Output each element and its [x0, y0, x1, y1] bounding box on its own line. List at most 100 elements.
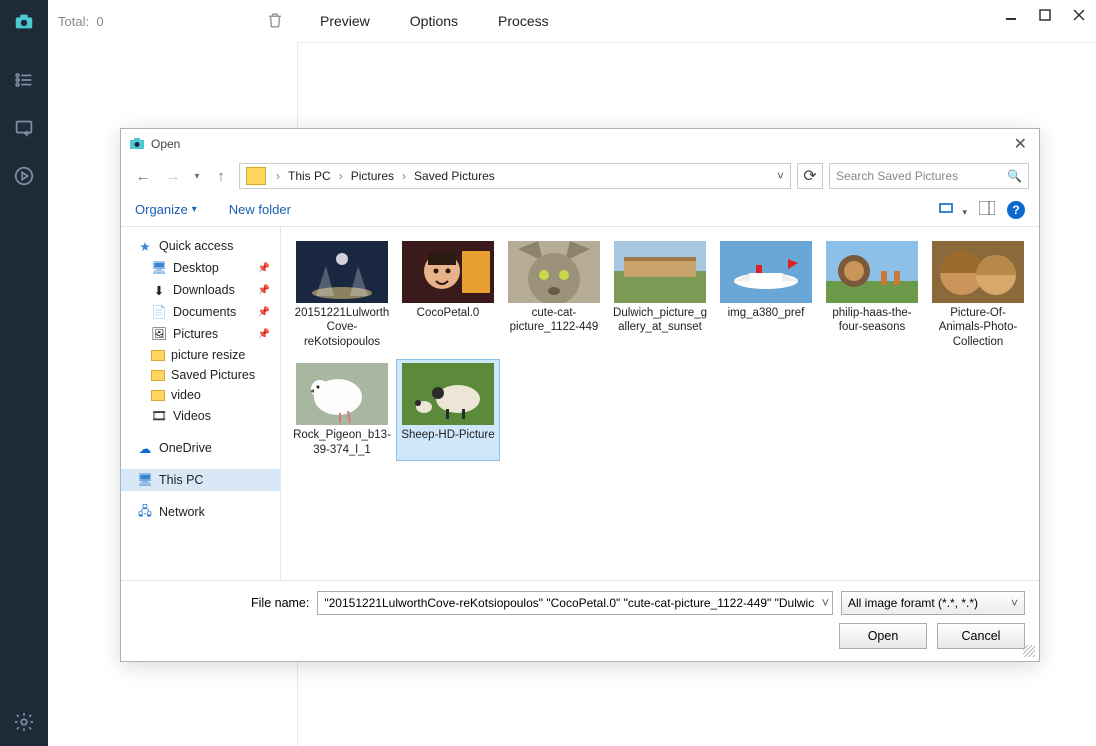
pin-icon: 📌	[258, 285, 270, 296]
tree-picture-resize[interactable]: picture resize	[121, 345, 280, 365]
minimize-button[interactable]	[994, 0, 1028, 30]
tree-video-folder[interactable]: video	[121, 385, 280, 405]
desktop-icon: 🖥	[151, 260, 167, 276]
file-item[interactable]: Rock_Pigeon_b13-39-374_l_1	[290, 359, 394, 461]
file-item[interactable]: img_a380_pref	[714, 237, 818, 353]
onedrive-icon: ☁	[137, 440, 153, 456]
filter-label: All image foramt (*.*, *.*)	[848, 596, 978, 610]
chevron-down-icon[interactable]: ˅	[822, 596, 829, 610]
tab-process[interactable]: Process	[498, 13, 549, 29]
file-name: Dulwich_picture_gallery_at_sunset	[610, 306, 710, 335]
topbar: Total: 0 Preview Options Process	[48, 0, 1096, 42]
tab-options[interactable]: Options	[410, 13, 458, 29]
tree-downloads[interactable]: ⬇Downloads📌	[121, 279, 280, 301]
maximize-button[interactable]	[1028, 0, 1062, 30]
address-dropdown-icon[interactable]: ˅	[771, 169, 790, 183]
dialog-bottom: File name: ˅ All image foramt (*.*, *.*)…	[121, 580, 1039, 661]
search-placeholder: Search Saved Pictures	[836, 169, 958, 183]
left-rail	[0, 0, 48, 746]
pictures-icon: 🖼	[151, 326, 167, 342]
toolbar-row: Organize▾ New folder ▾ ?	[121, 193, 1039, 227]
close-button[interactable]	[1062, 0, 1096, 30]
tree-onedrive[interactable]: ☁OneDrive	[121, 437, 280, 459]
tree-network[interactable]: 🖧Network	[121, 501, 280, 523]
file-name: Picture-Of-Animals-Photo-Collection	[928, 306, 1028, 349]
list-icon[interactable]	[8, 64, 40, 96]
pin-icon: 📌	[258, 307, 270, 318]
folder-icon	[246, 167, 266, 185]
recent-dropdown-icon[interactable]: ▾	[191, 164, 203, 188]
play-icon[interactable]	[8, 160, 40, 192]
open-dialog: Open ✕ ← → ▾ ↑ › This PC › Pictures › Sa…	[120, 128, 1040, 662]
chevron-down-icon: ▾	[192, 204, 197, 215]
file-item-selected[interactable]: Sheep-HD-Picture	[396, 359, 500, 461]
total-panel: Total: 0	[48, 11, 298, 32]
view-mode-icon[interactable]: ▾	[939, 201, 967, 218]
up-button[interactable]: ↑	[209, 164, 233, 188]
breadcrumb-root[interactable]: This PC	[284, 169, 335, 183]
videos-icon: 🎞	[151, 408, 167, 424]
folder-icon	[151, 390, 165, 401]
file-name: CocoPetal.0	[417, 306, 480, 320]
forward-button[interactable]: →	[161, 164, 185, 188]
file-type-filter[interactable]: All image foramt (*.*, *.*) ˅	[841, 591, 1025, 615]
tree-videos[interactable]: 🎞Videos	[121, 405, 280, 427]
preview-pane-icon[interactable]	[979, 201, 995, 218]
resize-grip[interactable]	[1023, 645, 1035, 657]
breadcrumb-saved[interactable]: Saved Pictures	[410, 169, 499, 183]
address-bar[interactable]: › This PC › Pictures › Saved Pictures ˅	[239, 163, 791, 189]
new-folder-button[interactable]: New folder	[229, 202, 291, 217]
chevron-right-icon: ›	[335, 169, 347, 183]
filename-input[interactable]	[317, 591, 833, 615]
dialog-title: Open	[151, 137, 180, 151]
tree-desktop[interactable]: 🖥Desktop📌	[121, 257, 280, 279]
cancel-button[interactable]: Cancel	[937, 623, 1025, 649]
file-item[interactable]: 20151221LulworthCove-reKotsiopoulos	[290, 237, 394, 353]
file-name: cute-cat-picture_1122-449	[504, 306, 604, 335]
tree-this-pc[interactable]: 🖥This PC	[121, 469, 280, 491]
pc-icon: 🖥	[137, 472, 153, 488]
main-tabs: Preview Options Process	[298, 13, 549, 29]
tree-documents[interactable]: 📄Documents📌	[121, 301, 280, 323]
settings-icon[interactable]	[8, 706, 40, 738]
dialog-close-icon[interactable]: ✕	[1010, 134, 1031, 154]
tree-pictures[interactable]: 🖼Pictures📌	[121, 323, 280, 345]
file-item[interactable]: CocoPetal.0	[396, 237, 500, 353]
back-button[interactable]: ←	[131, 164, 155, 188]
chevron-right-icon: ›	[398, 169, 410, 183]
help-icon[interactable]: ?	[1007, 201, 1025, 219]
dialog-body: ★Quick access 🖥Desktop📌 ⬇Downloads📌 📄Doc…	[121, 227, 1039, 580]
search-icon: 🔍	[1007, 169, 1022, 183]
breadcrumb-pictures[interactable]: Pictures	[347, 169, 398, 183]
file-name: Sheep-HD-Picture	[401, 428, 494, 442]
tab-preview[interactable]: Preview	[320, 13, 370, 29]
file-item[interactable]: cute-cat-picture_1122-449	[502, 237, 606, 353]
file-grid: 20151221LulworthCove-reKotsiopoulos Coco…	[281, 227, 1039, 580]
chevron-down-icon: ˅	[1011, 596, 1018, 610]
refresh-button[interactable]: ⟳	[797, 163, 823, 189]
dialog-icon	[129, 136, 145, 152]
open-button[interactable]: Open	[839, 623, 927, 649]
tree-quick-access[interactable]: ★Quick access	[121, 235, 280, 257]
tree-saved-pictures[interactable]: Saved Pictures	[121, 365, 280, 385]
file-name: Rock_Pigeon_b13-39-374_l_1	[292, 428, 392, 457]
folder-icon	[151, 370, 165, 381]
add-panel-icon[interactable]	[8, 112, 40, 144]
file-item[interactable]: philip-haas-the-four-seasons	[820, 237, 924, 353]
total-label: Total:	[58, 14, 89, 29]
file-name: img_a380_pref	[728, 306, 805, 320]
total-value: 0	[96, 14, 103, 29]
organize-menu[interactable]: Organize▾	[135, 202, 197, 217]
nav-tree: ★Quick access 🖥Desktop📌 ⬇Downloads📌 📄Doc…	[121, 227, 281, 580]
chevron-right-icon: ›	[272, 169, 284, 183]
documents-icon: 📄	[151, 304, 167, 320]
file-item[interactable]: Dulwich_picture_gallery_at_sunset	[608, 237, 712, 353]
search-input[interactable]: Search Saved Pictures 🔍	[829, 163, 1029, 189]
downloads-icon: ⬇	[151, 282, 167, 298]
network-icon: 🖧	[137, 504, 153, 520]
nav-row: ← → ▾ ↑ › This PC › Pictures › Saved Pic…	[121, 159, 1039, 193]
filename-label: File name:	[251, 596, 309, 610]
trash-icon[interactable]	[266, 11, 284, 32]
file-item[interactable]: Picture-Of-Animals-Photo-Collection	[926, 237, 1030, 353]
window-controls	[994, 0, 1096, 30]
